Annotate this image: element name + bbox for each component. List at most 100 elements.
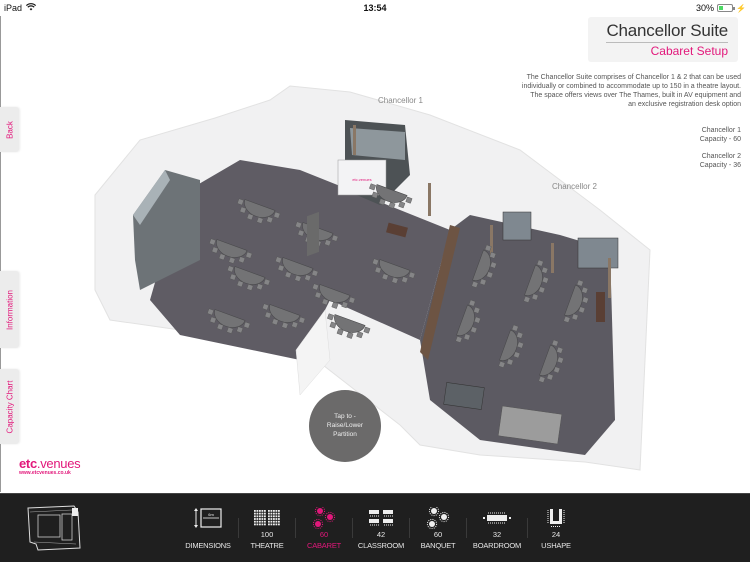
setup-boardroom[interactable]: 32 BOARDROOM [467,494,527,562]
logo-brand: etc.venues [19,456,81,471]
setup-classroom[interactable]: 42 CLASSROOM [353,494,409,562]
theatre-seat-dot [273,512,275,515]
theatre-seat-dot [275,510,278,512]
theatre-seat-dot [259,520,261,523]
theatre-seat-dot [270,523,273,526]
suite-description: The Chancellor Suite comprises of Chance… [521,73,741,109]
capacity-chart-tab[interactable]: Capacity Chart [0,369,19,444]
theatre-seat-dot [259,515,261,518]
theatre-seat-dot [254,512,256,515]
capacity-room-name: Chancellor 1 [701,127,741,134]
theatre-seat-dot [254,510,256,512]
theatre-seat-dot [264,523,266,526]
setup-label: DIMENSIONS [185,541,231,550]
setup-count: 32 [492,530,502,539]
theatre-seat-dot [256,512,259,515]
pillar [428,183,431,216]
theatre-seat-dot [264,518,266,520]
building-overview-thumbnail[interactable] [22,502,86,554]
theatre-seat-dot [254,523,256,526]
setup-count: 60 [433,530,443,539]
setup-label: THEATRE [250,541,284,550]
setup-count: 24 [551,530,561,539]
theatre-seat-dot [278,515,280,518]
ushape-icon [528,508,584,528]
theatre-seat-dot [268,523,270,526]
back-tab[interactable]: Back [0,107,19,152]
setup-label: CABARET [306,541,342,550]
status-bar: iPad 13:54 30% ⚡ [0,0,750,16]
setup-options: 6m DIMENSIONS 100 THEATRE 60 CABARET 42 … [178,494,584,562]
theatre-seat-dot [268,512,270,515]
battery-percent: 30% [696,3,715,13]
lectern [596,292,605,322]
theatre-seat-dot [275,520,278,523]
theatre-seat-dot [278,520,280,523]
theatre-icon [239,508,295,528]
setup-dimensions[interactable]: 6m DIMENSIONS [178,494,238,562]
theatre-seat-dot [275,515,278,518]
setup-label: CLASSROOM [357,541,405,550]
capacity-chancellor-2: Chancellor 2 Capacity - 36 [700,152,741,170]
pillar [490,225,493,255]
theatre-seat-dot [270,510,273,512]
theatre-seat-dot [259,512,261,515]
setup-label: BANQUET [420,541,456,550]
setup-count: 100 [260,530,274,539]
setup-cabaret[interactable]: 60 CABARET [296,494,352,562]
theatre-seat-dot [273,518,275,520]
partition-line3: Partition [333,431,357,438]
setup-label: USHAPE [541,541,571,550]
battery-fill [719,6,724,10]
theatre-seat-dot [268,515,270,518]
theatre-seat-dot [270,520,273,523]
logo-brand-part2: .venues [36,456,81,471]
page-subtitle: Cabaret Setup [650,44,728,58]
theatre-seat-dot [261,512,264,515]
theatre-seat-dot [275,523,278,526]
classroom-icon [353,508,409,528]
theatre-seat-dot [259,523,261,526]
theatre-seat-dot [259,510,261,512]
etc-venues-logo[interactable]: etc.venues www.etcvenues.co.uk [19,456,81,476]
theatre-seat-dot [264,510,266,512]
back-tab-label: Back [5,120,14,139]
theatre-seat-dot [278,518,280,520]
theatre-seat-dot [256,523,259,526]
setup-count: 42 [376,530,386,539]
setup-ushape[interactable]: 24 USHAPE [528,494,584,562]
theatre-seat-dot [264,520,266,523]
banquet-icon [410,507,466,529]
pillar [608,258,611,298]
theatre-seat-dot [261,523,264,526]
theatre-seat-dot [273,510,275,512]
information-tab[interactable]: Information [0,271,19,348]
page-title: Chancellor Suite [606,21,728,43]
theatre-seat-dot [270,515,273,518]
raise-lower-partition-button[interactable]: Tap to - Raise/Lower Partition [309,390,381,462]
door [307,211,319,257]
setup-banquet[interactable]: 60 BANQUET [410,494,466,562]
setup-count: 60 [319,530,329,539]
theatre-seat-dot [273,515,275,518]
theatre-seat-dot [278,523,280,526]
bottom-setup-bar: 6m DIMENSIONS 100 THEATRE 60 CABARET 42 … [0,493,750,562]
capacity-chart-tab-label: Capacity Chart [5,380,14,433]
theatre-seat-dot [268,518,270,520]
pillar [353,125,356,155]
theatre-seat-dot [273,520,275,523]
capacity-value: Capacity - 60 [699,136,741,143]
information-tab-label: Information [5,289,14,330]
logo-brand-part1: etc [19,456,37,471]
dimensions-icon-text: 6m [208,512,214,517]
room-label-chancellor-1: Chancellor 1 [378,96,423,105]
screen-logo-text: etc.venues [352,177,371,182]
setup-theatre[interactable]: 100 THEATRE [239,494,295,562]
theatre-seat-dot [256,518,259,520]
theatre-seat-dot [261,515,264,518]
theatre-seat-dot [254,520,256,523]
theatre-seat-dot [273,523,275,526]
capacity-room-name: Chancellor 2 [701,153,741,160]
window [502,211,532,241]
capacity-value: Capacity - 36 [699,162,741,169]
